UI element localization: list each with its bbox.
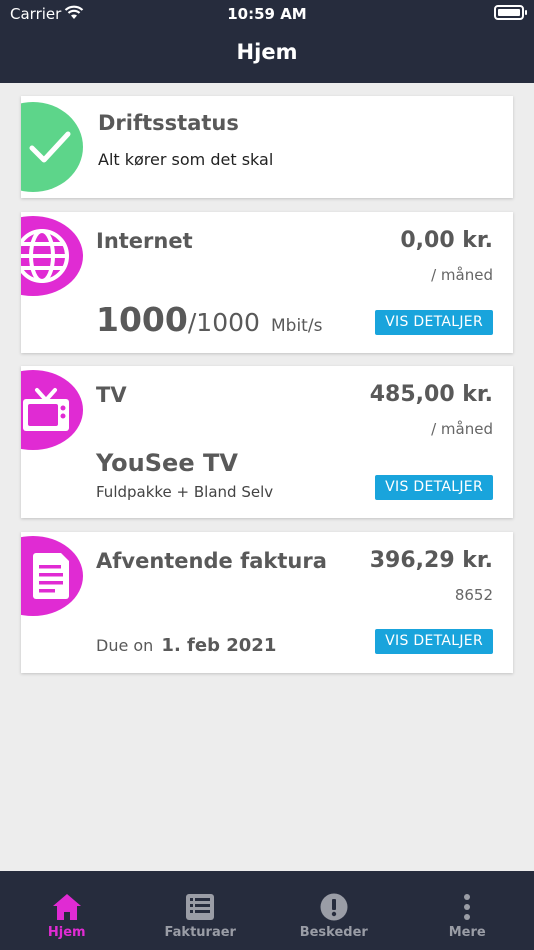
internet-title: Internet — [96, 229, 193, 253]
tv-price: 485,00 kr. — [369, 382, 493, 407]
tab-more[interactable]: Mere — [401, 871, 534, 950]
driftsstatus-message: Alt kører som det skal — [98, 150, 274, 169]
internet-price: 0,00 kr. — [400, 228, 493, 253]
alert-icon — [320, 893, 348, 921]
internet-details-button[interactable]: VIS DETALJER — [375, 310, 493, 335]
status-circle — [21, 102, 83, 192]
home-icon — [52, 894, 81, 920]
tv-icon — [23, 388, 69, 431]
invoice-circle — [21, 536, 83, 616]
tab-invoices[interactable]: Fakturaer — [134, 871, 268, 950]
status-bar: Carrier 10:59 AM — [0, 0, 534, 28]
tv-package-detail: Fuldpakke + Bland Selv — [96, 483, 274, 501]
more-icon — [464, 894, 471, 920]
battery-icon — [494, 5, 527, 20]
internet-period: / måned — [431, 266, 493, 284]
tv-details-button[interactable]: VIS DETALJER — [375, 475, 493, 500]
tv-title: TV — [96, 383, 127, 407]
tab-messages[interactable]: Beskeder — [267, 871, 401, 950]
check-icon — [29, 131, 71, 163]
invoice-number: 8652 — [454, 586, 493, 604]
tv-period: / måned — [431, 420, 493, 438]
driftsstatus-title: Driftsstatus — [98, 111, 239, 135]
tab-messages-label: Beskeder — [299, 925, 368, 940]
globe-icon — [21, 229, 69, 283]
document-icon — [33, 553, 69, 599]
speed-readout: 1000/1000 Mbit/s — [96, 300, 322, 339]
internet-card[interactable]: Internet 0,00 kr. / måned 1000/1000 Mbit… — [21, 212, 513, 353]
due-date: 1. feb 2021 — [161, 635, 277, 656]
speed-max: /1000 — [187, 308, 260, 337]
tv-circle — [21, 370, 83, 450]
tab-more-label: Mere — [448, 925, 486, 940]
tab-home[interactable]: Hjem — [0, 871, 134, 950]
due-label: Due on — [96, 636, 154, 655]
tab-home-label: Hjem — [47, 925, 86, 940]
clock: 10:59 AM — [227, 5, 307, 23]
header: Carrier 10:59 AM Hjem — [0, 0, 534, 83]
page-title: Hjem — [236, 40, 298, 64]
driftsstatus-card[interactable]: Driftsstatus Alt kører som det skal — [21, 96, 513, 198]
tab-invoices-label: Fakturaer — [164, 925, 236, 940]
tv-card[interactable]: TV 485,00 kr. / måned YouSee TV Fuldpakk… — [21, 366, 513, 518]
tv-package-name: YouSee TV — [96, 449, 238, 477]
invoice-title: Afventende faktura — [96, 549, 327, 573]
invoice-price: 396,29 kr. — [369, 548, 493, 573]
speed-unit: Mbit/s — [271, 316, 323, 336]
invoice-card[interactable]: Afventende faktura 396,29 kr. 8652 Due o… — [21, 532, 513, 673]
tab-bar: Hjem Fakturaer Beskeder Mere — [0, 871, 534, 950]
invoice-details-button[interactable]: VIS DETALJER — [375, 629, 493, 654]
invoices-icon — [186, 894, 215, 920]
invoice-due: Due on 1. feb 2021 — [96, 635, 276, 656]
internet-circle — [21, 216, 83, 296]
speed-current: 1000 — [96, 300, 188, 339]
